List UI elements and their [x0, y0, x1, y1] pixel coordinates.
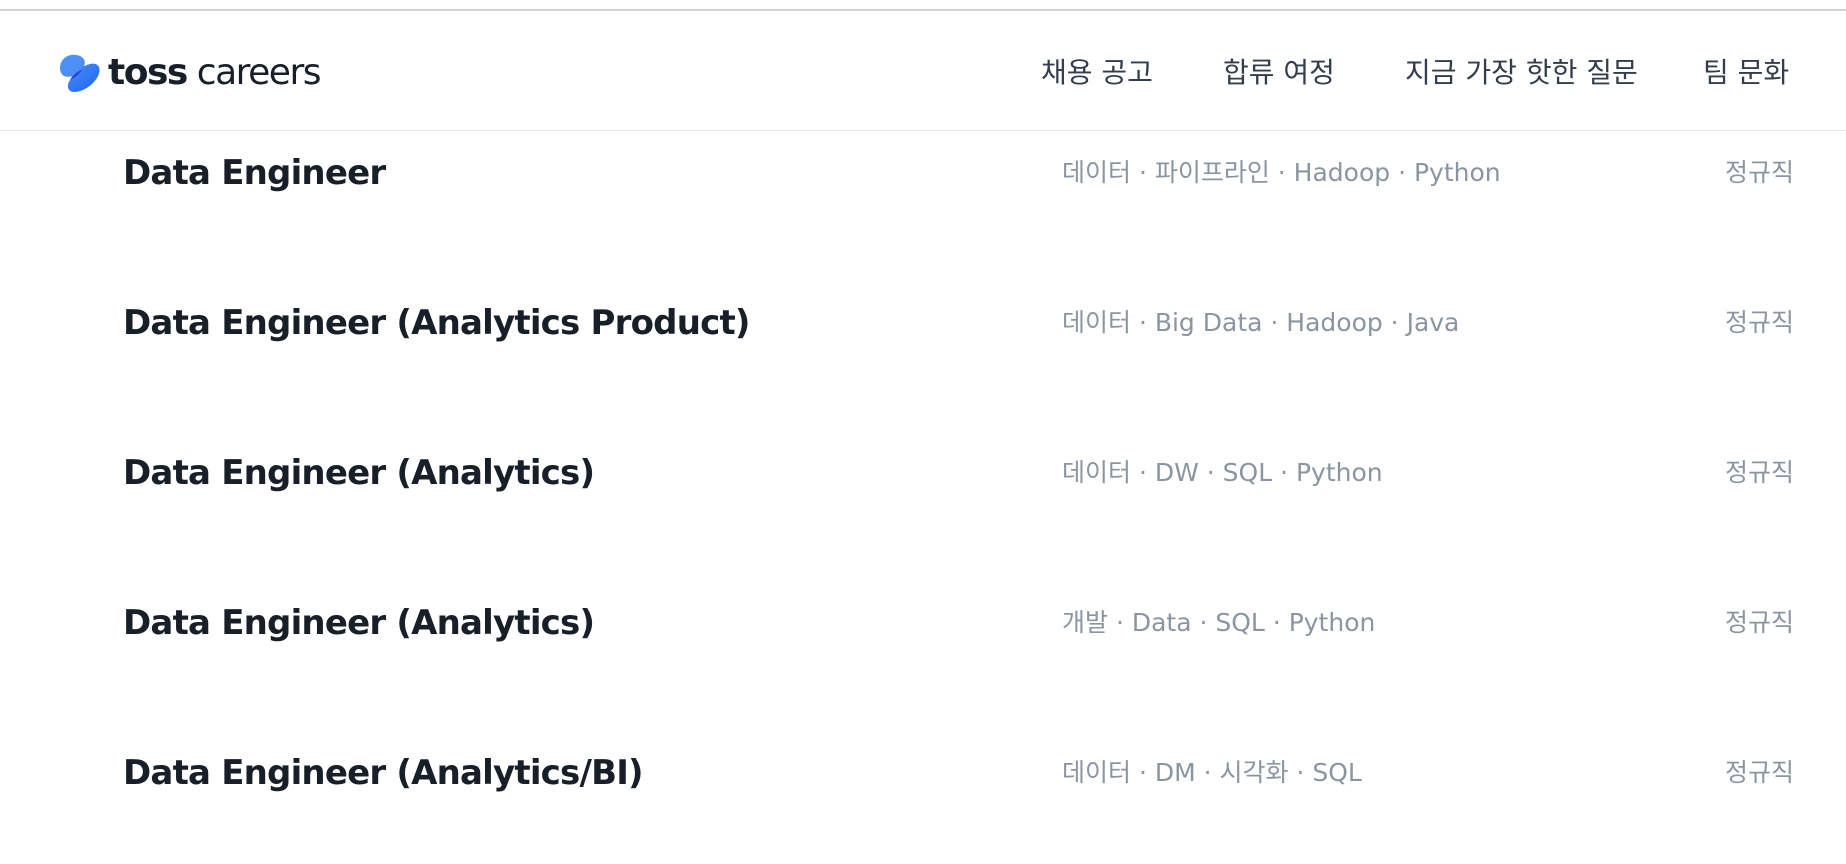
browser-top-border — [0, 0, 1846, 11]
job-title: Data Engineer (Analytics) — [123, 603, 595, 643]
job-employment-type: 정규직 — [1724, 458, 1794, 487]
main-nav: 채용 공고 합류 여정 지금 가장 핫한 질문 팀 문화 — [0, 11, 1846, 131]
nav-item-job-postings[interactable]: 채용 공고 — [1041, 51, 1153, 91]
job-tags: 데이터 · DM · 시각화 · SQL — [1062, 758, 1362, 787]
job-row[interactable]: Data Engineer 데이터 · 파이프라인 · Hadoop · Pyt… — [0, 151, 1846, 211]
job-title: Data Engineer (Analytics) — [123, 453, 595, 493]
job-employment-type: 정규직 — [1724, 608, 1794, 637]
job-employment-type: 정규직 — [1724, 158, 1794, 187]
job-title: Data Engineer (Analytics/BI) — [123, 753, 644, 793]
site-header: toss careers 채용 공고 합류 여정 지금 가장 핫한 질문 팀 문… — [0, 11, 1846, 131]
job-tags: 개발 · Data · SQL · Python — [1062, 608, 1376, 637]
job-row[interactable]: Data Engineer (Analytics) 개발 · Data · SQ… — [0, 601, 1846, 661]
job-tags: 데이터 · Big Data · Hadoop · Java — [1062, 308, 1460, 337]
job-row[interactable]: Data Engineer (Analytics/BI) 데이터 · DM · … — [0, 751, 1846, 811]
job-employment-type: 정규직 — [1724, 308, 1794, 337]
nav-item-hot-questions[interactable]: 지금 가장 핫한 질문 — [1405, 51, 1638, 91]
nav-item-joining-journey[interactable]: 합류 여정 — [1223, 51, 1335, 91]
job-title: Data Engineer (Analytics Product) — [123, 303, 750, 343]
job-employment-type: 정규직 — [1724, 758, 1794, 787]
job-row[interactable]: Data Engineer (Analytics Product) 데이터 · … — [0, 301, 1846, 361]
job-row[interactable]: Data Engineer (Analytics) 데이터 · DW · SQL… — [0, 451, 1846, 511]
job-tags: 데이터 · 파이프라인 · Hadoop · Python — [1062, 158, 1501, 187]
nav-item-team-culture[interactable]: 팀 문화 — [1703, 51, 1789, 91]
job-tags: 데이터 · DW · SQL · Python — [1062, 458, 1383, 487]
job-title: Data Engineer — [123, 153, 386, 193]
